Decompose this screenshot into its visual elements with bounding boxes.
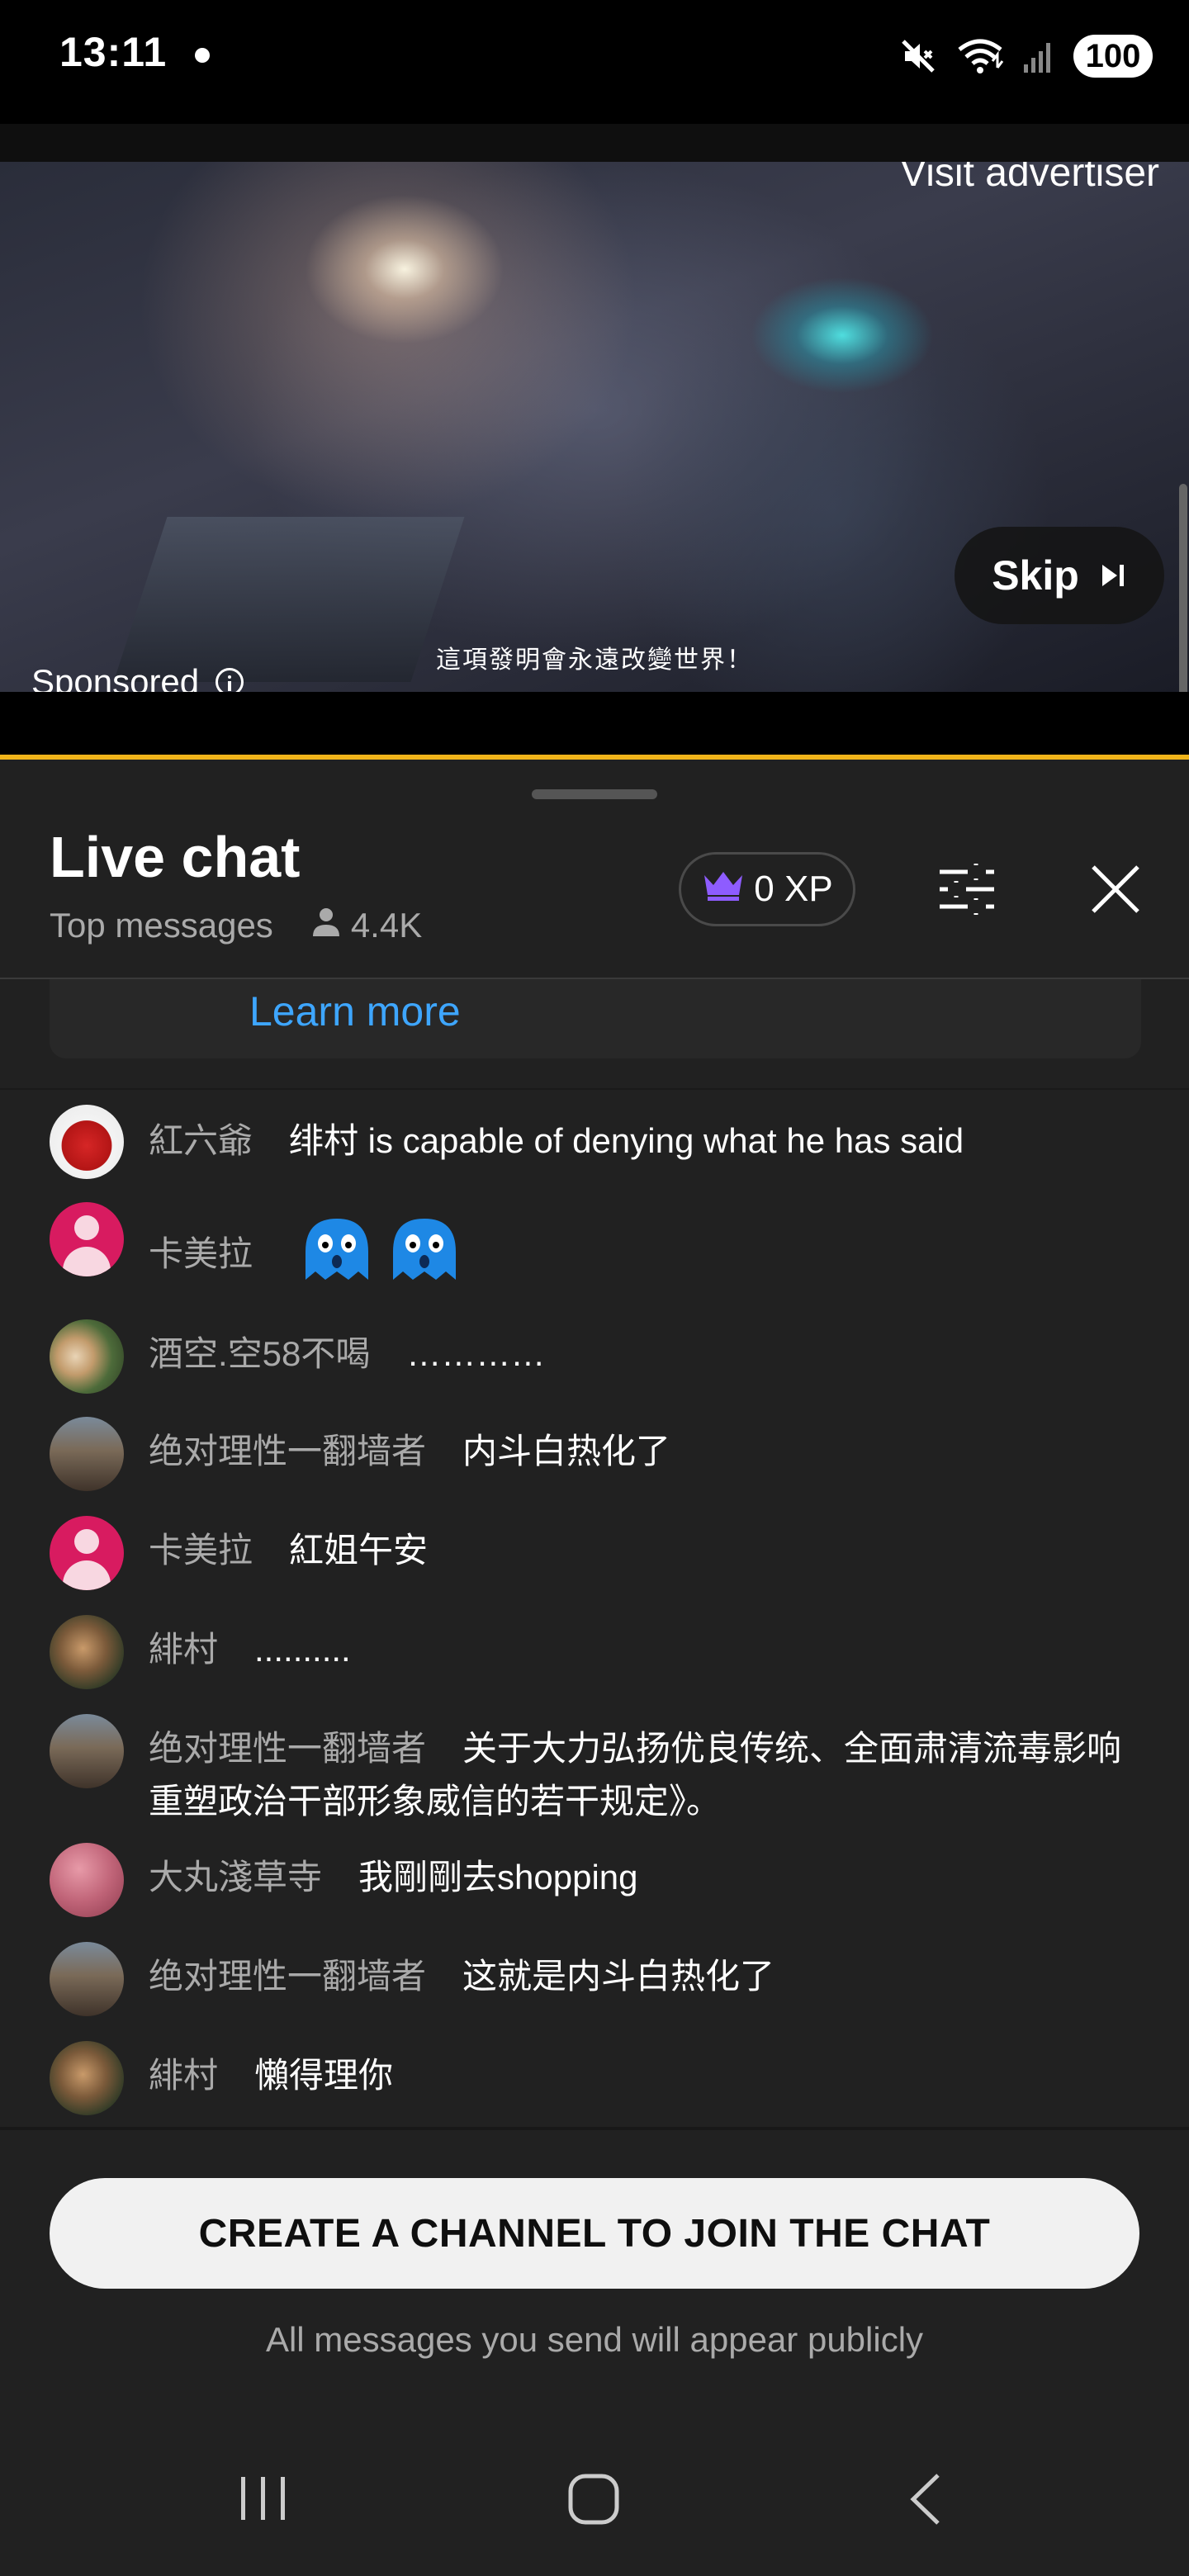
status-time: 13:11 [59,29,168,75]
ghost-emoji-icon [386,1214,462,1300]
skip-label: Skip [992,552,1079,599]
xp-label: 0 XP [754,869,833,909]
skip-next-icon [1099,552,1127,599]
home-icon [568,2474,619,2525]
info-icon[interactable] [216,668,244,692]
avatar[interactable] [50,1319,124,1394]
ghost-emoji-icon [299,1214,375,1300]
chat-title: Live chat [50,825,301,889]
message-author: 大丸淺草寺 [149,1858,323,1896]
message-author: 卡美拉 [149,1531,253,1570]
ad-video-player[interactable]: Visit advertiser 這項發明會永遠改變世界！ Sponsored … [0,162,1189,692]
wifi-icon [956,36,1004,76]
create-channel-button[interactable]: CREATE A CHANNEL TO JOIN THE CHAT [50,2178,1139,2289]
message-text: 绯村 is capable of denying what he has sai… [289,1121,964,1160]
sponsored-text: Sponsored [31,662,200,692]
visit-advertiser-link[interactable]: Visit advertiser [900,162,1159,196]
message-author: 绝对理性一翻墙者 [149,1957,427,1996]
chat-filter-button[interactable] [935,857,999,921]
message-text: 这就是内斗白热化了 [462,1957,775,1996]
home-button[interactable] [566,2472,621,2531]
message-text: ………… [406,1334,546,1373]
message-author: 绝对理性一翻墙者 [149,1729,427,1768]
chat-mode-label: Top messages [50,906,273,945]
avatar[interactable] [50,1714,124,1788]
video-letterbox [0,692,1189,755]
avatar[interactable] [50,1105,124,1179]
learn-more-link[interactable]: Learn more [249,987,461,1035]
person-icon [310,905,343,946]
status-bar: 13:11 100 [0,0,1189,124]
recent-apps-icon [241,2477,285,2520]
avatar[interactable] [50,1615,124,1689]
avatar[interactable] [50,1843,124,1917]
sponsored-label[interactable]: Sponsored [31,662,244,692]
signal-icon [1022,38,1055,74]
crown-icon [701,869,746,911]
avatar[interactable] [50,1417,124,1491]
message-author: 紅六爺 [149,1121,253,1160]
mute-icon [898,36,938,76]
back-button[interactable] [907,2472,945,2531]
message-text: 紅姐午安 [289,1531,429,1570]
message-text: 内斗白热化了 [462,1432,671,1470]
xp-badge[interactable]: 0 XP [679,852,855,926]
message-author: 緋村 [149,2056,219,2095]
close-chat-button[interactable] [1088,862,1143,916]
live-chat-panel: Live chat Top messages 4.4K 0 XP Learn m… [0,760,1189,2576]
skip-ad-button[interactable]: Skip [955,527,1164,624]
recent-apps-button[interactable] [238,2472,289,2529]
message-author: 緋村 [149,1630,219,1669]
card-divider [0,1088,1189,1090]
chat-mode-selector[interactable]: Top messages 4.4K [50,905,422,946]
battery-indicator: 100 [1073,35,1153,78]
compose-divider [0,2127,1189,2130]
sliders-icon [940,864,994,915]
pinned-info-card: Learn more [50,979,1141,1058]
message-text: 懶得理你 [254,2056,394,2095]
back-icon [910,2474,940,2525]
close-icon [1092,865,1139,913]
message-author: 酒空.空58不喝 [149,1334,371,1373]
drag-handle[interactable] [532,789,657,799]
avatar[interactable] [50,1516,124,1590]
avatar[interactable] [50,1942,124,2016]
message-author: 绝对理性一翻墙者 [149,1432,427,1470]
avatar[interactable] [50,2041,124,2115]
message-text: 我剛剛去shopping [358,1858,638,1896]
system-nav-bar [0,2427,1189,2576]
notification-dot-icon [195,48,210,63]
viewer-count: 4.4K [350,906,423,945]
avatar[interactable] [50,1202,124,1276]
message-author: 卡美拉 [149,1234,253,1274]
public-messages-note: All messages you send will appear public… [265,2320,924,2359]
message-text: .......... [254,1630,351,1669]
